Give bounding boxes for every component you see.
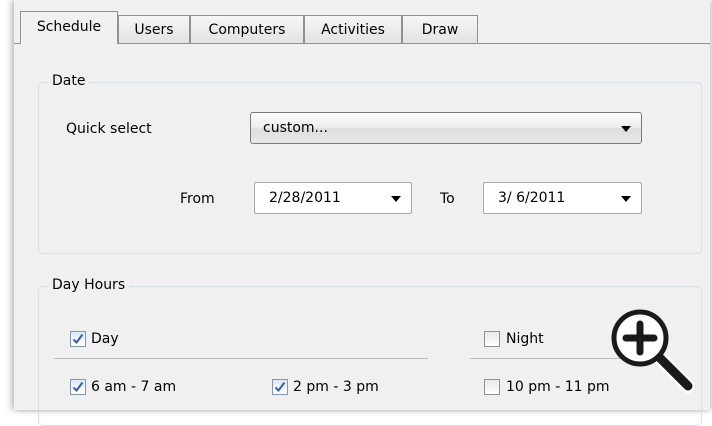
slot-label: 10 pm - 11 pm: [506, 379, 610, 395]
day-label: Day: [91, 331, 119, 347]
quick-select-value: custom...: [263, 120, 328, 136]
day-checkbox[interactable]: [70, 331, 86, 347]
to-date-picker[interactable]: 3/ 6/2011: [483, 182, 642, 214]
day-hours-group: [38, 286, 702, 426]
chevron-down-icon: [621, 196, 631, 202]
from-date-value: 2/28/2011: [269, 190, 341, 206]
chevron-down-icon: [621, 126, 631, 132]
to-label: To: [440, 191, 455, 207]
night-label: Night: [506, 331, 544, 347]
quick-select-label: Quick select: [66, 121, 152, 137]
tab-schedule[interactable]: Schedule: [20, 11, 118, 44]
from-label: From: [180, 191, 215, 207]
date-group-legend: Date: [48, 72, 90, 90]
check-icon: [72, 333, 84, 345]
check-icon: [274, 381, 286, 393]
slot-label: 2 pm - 3 pm: [293, 379, 379, 395]
date-group: [38, 82, 702, 254]
tab-computers[interactable]: Computers: [190, 15, 304, 43]
tab-label: Schedule: [36, 19, 102, 35]
slot-checkbox-6am-7am[interactable]: [70, 379, 86, 395]
from-date-picker[interactable]: 2/28/2011: [254, 182, 412, 214]
chevron-down-icon: [391, 196, 401, 202]
night-checkbox[interactable]: [484, 331, 500, 347]
slot-checkbox-10pm-11pm[interactable]: [484, 379, 500, 395]
tab-label: Computers: [208, 22, 286, 38]
to-date-value: 3/ 6/2011: [498, 190, 566, 206]
slot-checkbox-2pm-3pm[interactable]: [272, 379, 288, 395]
quick-select-dropdown[interactable]: custom...: [250, 112, 642, 144]
tab-users[interactable]: Users: [118, 15, 190, 43]
slot-label: 6 am - 7 am: [91, 379, 177, 395]
check-icon: [72, 381, 84, 393]
night-separator: [470, 358, 620, 359]
tab-strip-border: [14, 43, 710, 44]
day-separator: [54, 358, 428, 359]
tab-label: Users: [134, 22, 174, 38]
tab-draw[interactable]: Draw: [402, 15, 478, 43]
day-hours-legend: Day Hours: [48, 276, 130, 294]
tab-label: Draw: [421, 22, 459, 38]
zoom-in-magnifier-icon[interactable]: [608, 306, 698, 396]
scheduler-window: Schedule Users Computers Activities Draw…: [14, 0, 710, 426]
tab-activities[interactable]: Activities: [304, 15, 402, 43]
tab-label: Activities: [321, 22, 385, 38]
